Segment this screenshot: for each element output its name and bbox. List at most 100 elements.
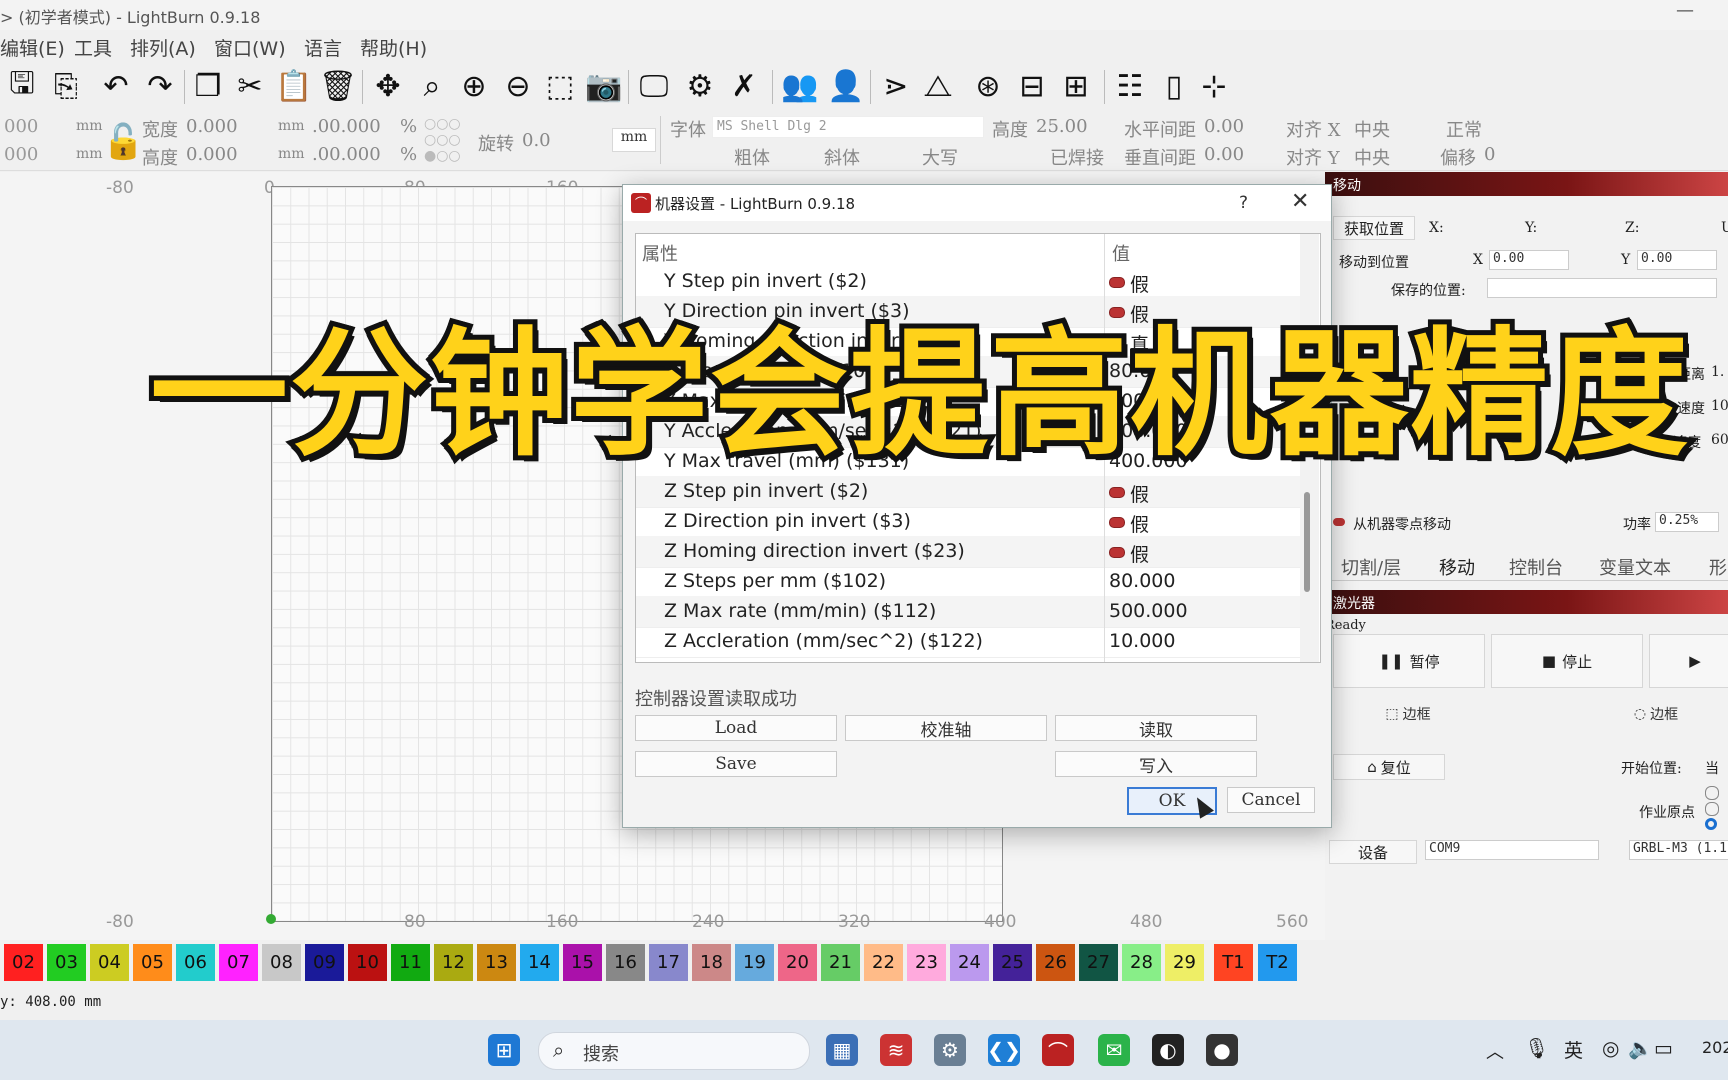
palette-swatch[interactable]: 05 — [133, 944, 172, 981]
palette-swatch[interactable]: 03 — [47, 944, 86, 981]
move-y-input[interactable]: 0.00 — [1637, 250, 1717, 270]
palette-swatch[interactable]: 17 — [649, 944, 688, 981]
help-button[interactable]: ? — [1239, 193, 1248, 213]
speed-value[interactable]: 10 — [1711, 398, 1728, 414]
palette-swatch[interactable]: 19 — [735, 944, 774, 981]
pause-button[interactable]: ❚❚ 暂停 — [1333, 634, 1485, 688]
app-icon[interactable]: ◐ — [1152, 1034, 1184, 1066]
volume-icon[interactable]: 🔈 — [1628, 1036, 1653, 1060]
palette-swatch[interactable]: T1 — [1214, 944, 1253, 981]
battery-icon[interactable]: ▭ — [1654, 1036, 1673, 1060]
network-icon[interactable]: ◎ — [1602, 1036, 1619, 1060]
camera-icon[interactable]: 📷 — [585, 68, 622, 104]
setting-value[interactable]: 500.000 — [1109, 600, 1188, 622]
settings-icon[interactable]: ⚙ — [682, 68, 718, 104]
microphone-icon[interactable]: 🎙 — [1524, 1036, 1549, 1060]
distribute-icon[interactable]: ⊞ — [1058, 68, 1094, 104]
start-from-value[interactable]: 当 — [1705, 758, 1719, 778]
align-x-value[interactable]: 中央 — [1354, 116, 1390, 142]
setting-value[interactable]: 80.000 — [1109, 570, 1175, 592]
lock-icon[interactable]: 🔓 — [102, 122, 144, 162]
select-rect-icon[interactable]: ⬚ — [542, 68, 578, 104]
move-icon[interactable]: ✥ — [370, 68, 406, 104]
origin-radio[interactable] — [1705, 802, 1719, 816]
mirror-icon[interactable]: ⧍ — [920, 68, 956, 104]
setting-value[interactable]: 假 — [1130, 480, 1149, 507]
align-y-value[interactable]: 中央 — [1354, 144, 1390, 170]
zoom-in-icon[interactable]: ⊕ — [456, 68, 492, 104]
target-icon[interactable]: ⊛ — [970, 68, 1006, 104]
font-select[interactable]: MS Shell Dlg 2 — [712, 116, 984, 138]
rdp-icon[interactable]: ≋ — [880, 1034, 912, 1066]
chevron-up-icon[interactable]: ︿ — [1486, 1038, 1504, 1064]
export-icon[interactable]: ⎘ — [48, 68, 84, 104]
rotate-value[interactable]: 0.0 — [522, 130, 551, 151]
palette-swatch[interactable]: 13 — [477, 944, 516, 981]
stop-button[interactable]: ■ 停止 — [1491, 634, 1643, 688]
palette-swatch[interactable]: 24 — [950, 944, 989, 981]
palette-swatch[interactable]: T2 — [1258, 944, 1297, 981]
zoom-out-icon[interactable]: ⊖ — [500, 68, 536, 104]
taskbar-search[interactable]: ⌕ 搜索 — [538, 1032, 810, 1070]
lightburn-icon[interactable]: ⌒ — [1042, 1034, 1074, 1066]
width-value[interactable]: 0.000 — [186, 116, 238, 137]
home-move-toggle[interactable] — [1333, 518, 1345, 526]
app-icon-2[interactable]: ● — [1206, 1034, 1238, 1066]
power-input[interactable]: 0.25% — [1655, 512, 1719, 532]
palette-swatch[interactable]: 15 — [563, 944, 602, 981]
font-height-value[interactable]: 25.00 — [1036, 116, 1088, 137]
distance-value[interactable]: 1. — [1711, 364, 1724, 380]
unit-mm-button[interactable]: mm — [612, 128, 656, 152]
flip-h-icon[interactable]: ⋗ — [878, 68, 914, 104]
palette-swatch[interactable]: 12 — [434, 944, 473, 981]
table-row[interactable]: Z Homing direction invert ($23) 假 — [636, 536, 1300, 568]
windows-start-icon[interactable]: ⊞ — [488, 1034, 520, 1066]
palette-swatch[interactable]: 11 — [391, 944, 430, 981]
tab-console[interactable]: 控制台 — [1509, 554, 1563, 580]
copy-icon[interactable]: ❐ — [190, 68, 226, 104]
x-position-value[interactable]: 000 — [4, 116, 38, 137]
home-button[interactable]: ⌂ 复位 — [1333, 754, 1445, 780]
tab-cuts-layers[interactable]: 切割/层 — [1341, 554, 1401, 580]
get-position-button[interactable]: 获取位置 — [1333, 216, 1415, 240]
menu-arrange[interactable]: 排列(A) — [130, 34, 196, 61]
close-icon[interactable]: ✕ — [1291, 189, 1309, 214]
frame-circle-button[interactable]: ◌ 边框 — [1581, 694, 1728, 734]
z-speed-value[interactable]: 60 — [1711, 432, 1728, 448]
palette-swatch[interactable]: 25 — [993, 944, 1032, 981]
welded-checkbox[interactable]: 已焊接 — [1050, 144, 1104, 170]
load-button[interactable]: Load — [635, 715, 837, 741]
setting-value[interactable]: 假 — [1130, 510, 1149, 537]
tab-variable-text[interactable]: 变量文本 — [1599, 554, 1671, 580]
controller-select[interactable]: GRBL-M3 (1.1 — [1629, 840, 1728, 860]
wechat-icon[interactable]: ✉ — [1098, 1034, 1130, 1066]
monitor-icon[interactable]: 🖵 — [636, 68, 672, 104]
table-row[interactable]: Z Direction pin invert ($3) 假 — [636, 506, 1300, 538]
redo-icon[interactable]: ↷ — [142, 68, 178, 104]
table-row[interactable]: Z Max rate (mm/min) ($112) 500.000 — [636, 596, 1300, 628]
calibrate-axis-button[interactable]: 校准轴 — [845, 715, 1047, 741]
cut-icon[interactable]: ✂ — [232, 68, 268, 104]
toggle-icon[interactable] — [1109, 487, 1125, 498]
vscode-icon[interactable]: ❮❯ — [987, 1034, 1021, 1066]
port-select[interactable]: COM9 — [1425, 840, 1599, 860]
palette-swatch[interactable]: 22 — [864, 944, 903, 981]
palette-swatch[interactable]: 07 — [219, 944, 258, 981]
palette-swatch[interactable]: 28 — [1122, 944, 1161, 981]
text-mode-value[interactable]: 正常 — [1446, 116, 1482, 142]
tab-move[interactable]: 移动 — [1439, 554, 1475, 580]
palette-swatch[interactable]: 21 — [821, 944, 860, 981]
menu-edit[interactable]: 编辑(E) — [0, 34, 65, 61]
setting-value[interactable]: 假 — [1130, 540, 1149, 567]
scrollbar-thumb[interactable] — [1304, 492, 1310, 592]
menu-window[interactable]: 窗口(W) — [214, 34, 286, 61]
setting-value[interactable]: 10.000 — [1109, 630, 1175, 652]
settings-app-icon[interactable]: ⚙ — [934, 1034, 966, 1066]
y-position-value[interactable]: 000 — [4, 144, 38, 165]
origin-radio[interactable] — [1705, 786, 1719, 800]
tab-shapes[interactable]: 形 — [1709, 554, 1727, 580]
menu-help[interactable]: 帮助(H) — [360, 34, 427, 61]
palette-swatch[interactable]: 27 — [1079, 944, 1118, 981]
palette-swatch[interactable]: 23 — [907, 944, 946, 981]
cancel-button[interactable]: Cancel — [1227, 787, 1315, 813]
